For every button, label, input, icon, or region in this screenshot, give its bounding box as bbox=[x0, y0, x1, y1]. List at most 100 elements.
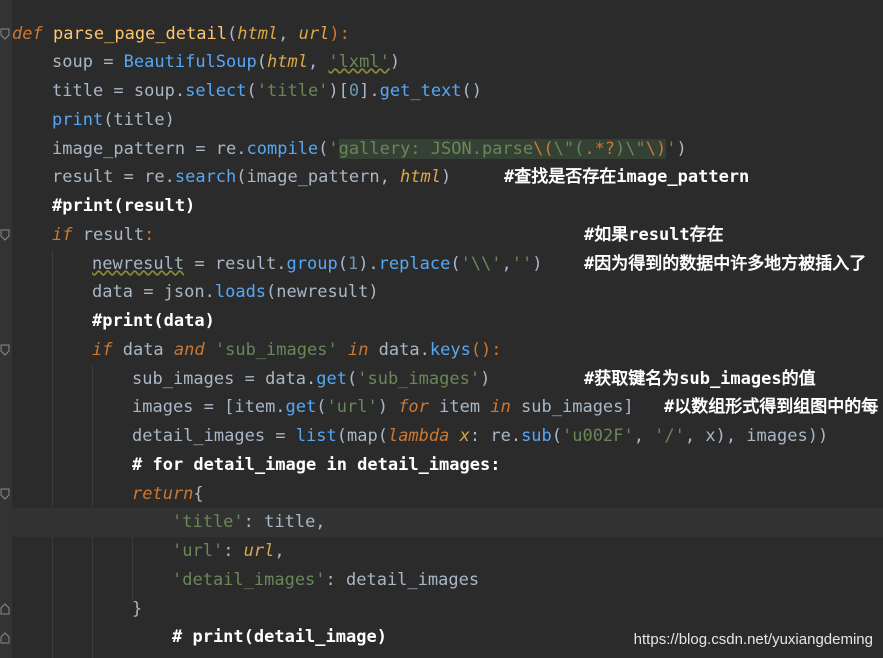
colon: : bbox=[144, 225, 155, 245]
code-line-14[interactable]: images = [item.get('url') for item in su… bbox=[12, 393, 883, 422]
call: list bbox=[295, 426, 337, 446]
punctuation: ). bbox=[358, 254, 379, 274]
variable: data bbox=[92, 282, 133, 302]
code-line-18[interactable]: 'title': title, bbox=[12, 508, 883, 537]
argument: html bbox=[400, 167, 441, 187]
code-line-19[interactable]: 'url': url, bbox=[12, 537, 883, 566]
identifier: data bbox=[112, 340, 174, 360]
operator: = bbox=[103, 81, 134, 101]
call: map bbox=[346, 426, 378, 446]
keyword: if bbox=[92, 340, 113, 360]
function-name: parse_page_detail bbox=[52, 24, 227, 44]
code-line-12[interactable]: if data and 'sub_images' in data.keys(): bbox=[12, 336, 883, 365]
keyword: in bbox=[490, 397, 511, 417]
fold-end-marker-icon[interactable] bbox=[0, 632, 10, 644]
object: data. bbox=[368, 340, 430, 360]
fold-marker-icon[interactable] bbox=[0, 28, 10, 40]
brace: } bbox=[132, 599, 143, 619]
regex-text: \"( bbox=[553, 139, 585, 159]
code-line-20[interactable]: 'detail_images': detail_images bbox=[12, 566, 883, 595]
colon: : bbox=[223, 541, 244, 561]
object: result. bbox=[214, 254, 287, 274]
comment: #因为得到的数据中许多地方被插入了 bbox=[584, 254, 867, 274]
call: get bbox=[285, 397, 317, 417]
comment: #print(data) bbox=[92, 311, 215, 331]
code-editor[interactable]: def parse_page_detail(html, url): soup =… bbox=[0, 0, 883, 658]
code-line-9[interactable]: newresult = result.group(1).replace('\\'… bbox=[12, 250, 883, 279]
variable: title bbox=[52, 81, 104, 101]
operator: = bbox=[265, 426, 296, 446]
number: 0 bbox=[348, 81, 360, 101]
watermark: https://blog.csdn.net/yuxiangdeming bbox=[633, 631, 873, 648]
parameter: x bbox=[459, 426, 470, 446]
identifier: item bbox=[428, 397, 491, 417]
string: 'url' bbox=[172, 541, 224, 561]
parameter: url bbox=[298, 24, 330, 44]
fold-marker-icon[interactable] bbox=[0, 344, 10, 356]
call: print bbox=[52, 110, 104, 130]
keyword: return bbox=[132, 484, 194, 504]
paren: , x), images)) bbox=[684, 426, 829, 446]
identifier: sub_images] bbox=[510, 397, 634, 417]
keyword: lambda bbox=[387, 426, 450, 446]
code-line-6[interactable]: result = re.search(image_pattern, html) #… bbox=[12, 163, 883, 192]
code-line-15[interactable]: detail_images = list(map(lambda x: re.su… bbox=[12, 422, 883, 451]
paren: ( bbox=[551, 426, 563, 446]
paren: ) bbox=[676, 139, 687, 159]
code-line-10[interactable]: data = json.loads(newresult) bbox=[12, 278, 883, 307]
paren: ( bbox=[346, 369, 358, 389]
code-line-3[interactable]: title = soup.select('title')[0].get_text… bbox=[12, 77, 883, 106]
parameter: html bbox=[237, 24, 279, 44]
code-line-5[interactable]: image_pattern = re.compile('gallery: JSO… bbox=[12, 135, 883, 164]
string: 'u002F' bbox=[562, 426, 634, 446]
code-line-16[interactable]: # for detail_image in detail_images: bbox=[12, 451, 883, 480]
call: group bbox=[286, 254, 338, 274]
string: 'title' bbox=[256, 81, 329, 101]
string: 'sub_images' bbox=[214, 340, 338, 360]
string: '/' bbox=[654, 426, 685, 446]
call: select bbox=[185, 81, 247, 101]
arguments: (title) bbox=[103, 110, 175, 130]
string: '\\' bbox=[460, 254, 502, 274]
call: search bbox=[174, 167, 237, 187]
comma: , bbox=[633, 426, 655, 446]
arguments: (image_pattern, bbox=[236, 167, 401, 187]
object: json. bbox=[163, 282, 215, 302]
paren: ): bbox=[329, 24, 350, 44]
fold-marker-icon[interactable] bbox=[0, 229, 10, 241]
arguments: (newresult) bbox=[266, 282, 379, 302]
object: : re. bbox=[469, 426, 522, 446]
code-line-21[interactable]: } bbox=[12, 595, 883, 624]
operator: = bbox=[113, 167, 145, 187]
code-line-13[interactable]: sub_images = data.get('sub_images') #获取键名… bbox=[12, 365, 883, 394]
string-quote: ' bbox=[666, 139, 677, 159]
operator: = bbox=[184, 254, 215, 274]
object: re. bbox=[144, 167, 175, 187]
brace: { bbox=[193, 484, 204, 504]
fold-end-marker-icon[interactable] bbox=[0, 603, 10, 615]
code-line-8[interactable]: if result: #如果result存在 bbox=[12, 221, 883, 250]
variable: result bbox=[52, 167, 114, 187]
code-line-4[interactable]: print(title) bbox=[12, 106, 883, 135]
code-line-11[interactable]: #print(data) bbox=[12, 307, 883, 336]
regex-text: )\" bbox=[615, 139, 646, 159]
fold-marker-icon[interactable] bbox=[0, 488, 10, 500]
keyword: if bbox=[52, 225, 73, 245]
code-line-17[interactable]: return{ bbox=[12, 480, 883, 509]
object: soup. bbox=[133, 81, 186, 101]
code-line-2[interactable]: soup = BeautifulSoup(html, 'lxml') bbox=[12, 48, 883, 77]
variable: image_pattern bbox=[52, 139, 186, 159]
paren: ) bbox=[389, 52, 401, 72]
call: sub bbox=[521, 426, 552, 446]
comma: , bbox=[501, 254, 512, 274]
call: loads bbox=[214, 282, 267, 302]
comment: # for detail_image in detail_images: bbox=[132, 455, 501, 475]
code-line-7[interactable]: #print(result) bbox=[12, 192, 883, 221]
code-line-1[interactable]: def parse_page_detail(html, url): bbox=[12, 20, 883, 49]
punctuation: ]. bbox=[359, 81, 380, 101]
paren: ( bbox=[377, 426, 388, 446]
regex-text: gallery: JSON.parse bbox=[338, 139, 534, 159]
